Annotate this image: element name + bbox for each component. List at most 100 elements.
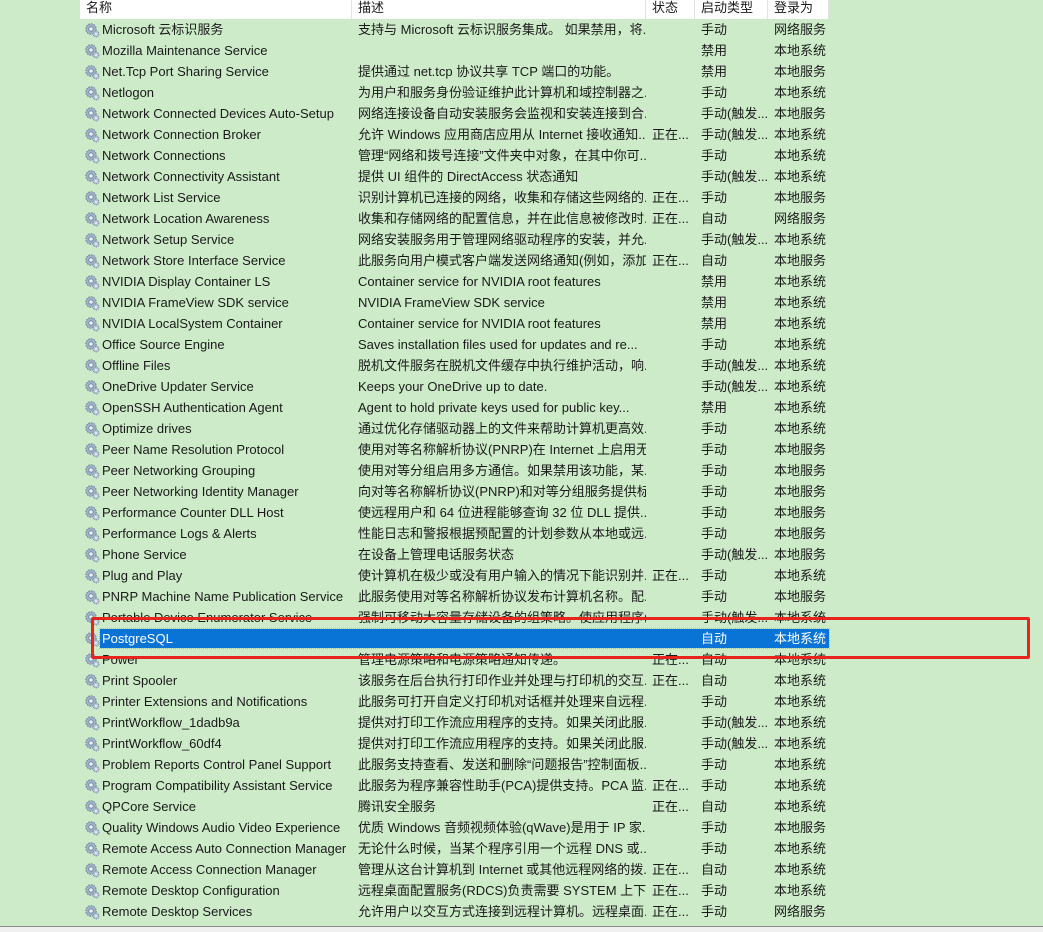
service-description: 网络连接设备自动安装服务会监视和安装连接到合... (358, 106, 646, 121)
service-row[interactable]: Network Connectivity Assistant 提供 UI 组件的… (80, 166, 829, 187)
service-name-cell: Network Setup Service (80, 229, 352, 250)
service-name: Network List Service (102, 190, 221, 205)
service-startup-type: 手动(触发... (701, 127, 768, 142)
service-row[interactable]: Network Setup Service 网络安装服务用于管理网络驱动程序的安… (80, 229, 829, 250)
service-startup-type: 手动(触发... (701, 379, 768, 394)
service-name: Performance Counter DLL Host (102, 505, 284, 520)
service-row[interactable]: Mozilla Maintenance Service 禁用 本地系统 (80, 40, 829, 61)
service-log-on-as: 本地系统 (774, 43, 827, 58)
horizontal-scrollbar-edge[interactable] (0, 926, 1043, 932)
column-header-status[interactable]: 状态 (646, 0, 695, 19)
service-row[interactable]: Network Location Awareness 收集和存储网络的配置信息，… (80, 208, 829, 229)
service-row[interactable]: NVIDIA Display Container LS Container se… (80, 271, 829, 292)
service-row[interactable]: Optimize drives 通过优化存储驱动器上的文件来帮助计算机更高效..… (80, 418, 829, 439)
service-name-cell: OpenSSH Authentication Agent (80, 397, 352, 418)
service-row[interactable]: Plug and Play 使计算机在极少或没有用户输入的情况下能识别并... … (80, 565, 829, 586)
service-row[interactable]: Network Connection Broker 允许 Windows 应用商… (80, 124, 829, 145)
service-row[interactable]: Netlogon 为用户和服务身份验证维护此计算机和域控制器之... 手动 本地… (80, 82, 829, 103)
service-name: Remote Access Connection Manager (102, 862, 317, 877)
service-gear-icon (85, 295, 100, 310)
service-log-on-as: 本地服务 (774, 820, 827, 835)
service-description: 此服务支持查看、发送和删除“问题报告”控制面板... (358, 757, 646, 772)
service-name-cell: Optimize drives (80, 418, 352, 439)
service-name: Network Connection Broker (102, 127, 261, 142)
service-description: 允许用户以交互方式连接到远程计算机。远程桌面... (358, 904, 646, 919)
service-row[interactable]: Print Spooler 该服务在后台执行打印作业并处理与打印机的交互... … (80, 670, 829, 691)
service-name-cell: Printer Extensions and Notifications (80, 691, 352, 712)
service-row[interactable]: Remote Access Auto Connection Manager 无论… (80, 838, 829, 859)
service-gear-icon (85, 547, 100, 562)
service-row[interactable]: Microsoft 云标识服务 支持与 Microsoft 云标识服务集成。 如… (80, 19, 829, 40)
service-name-cell: Network List Service (80, 187, 352, 208)
service-row[interactable]: Network List Service 识别计算机已连接的网络，收集和存储这些… (80, 187, 829, 208)
service-row[interactable]: Offline Files 脱机文件服务在脱机文件缓存中执行维护活动，响... … (80, 355, 829, 376)
service-row[interactable]: Problem Reports Control Panel Support 此服… (80, 754, 829, 775)
service-row[interactable]: Office Source Engine Saves installation … (80, 334, 829, 355)
service-name-cell: NVIDIA FrameView SDK service (80, 292, 352, 313)
service-row[interactable]: Network Connections 管理“网络和拨号连接”文件夹中对象，在其… (80, 145, 829, 166)
column-header-startup-type[interactable]: 启动类型 (695, 0, 768, 19)
service-row[interactable]: Performance Logs & Alerts 性能日志和警报根据预配置的计… (80, 523, 829, 544)
service-status (646, 460, 695, 481)
service-name: NVIDIA LocalSystem Container (102, 316, 283, 331)
service-description (352, 628, 646, 649)
service-row[interactable]: Quality Windows Audio Video Experience 优… (80, 817, 829, 838)
service-name: Power (102, 652, 139, 667)
service-row[interactable]: PrintWorkflow_60df4 提供对打印工作流应用程序的支持。如果关闭… (80, 733, 829, 754)
service-description: 管理电源策略和电源策略通知传递。 (358, 652, 567, 667)
service-row[interactable]: Remote Desktop Services 允许用户以交互方式连接到远程计算… (80, 901, 829, 922)
service-row[interactable]: Peer Networking Identity Manager 向对等名称解析… (80, 481, 829, 502)
service-row[interactable]: NVIDIA LocalSystem Container Container s… (80, 313, 829, 334)
service-name-cell: Remote Desktop Services (80, 901, 352, 922)
service-row[interactable]: Remote Desktop Configuration 远程桌面配置服务(RD… (80, 880, 829, 901)
service-gear-icon (85, 652, 100, 667)
service-name: PNRP Machine Name Publication Service (102, 589, 344, 604)
service-row[interactable]: Net.Tcp Port Sharing Service 提供通过 net.tc… (80, 61, 829, 82)
service-gear-icon (85, 526, 100, 541)
service-name-cell: PNRP Machine Name Publication Service (80, 586, 352, 607)
service-status (646, 103, 695, 124)
service-name: Netlogon (102, 85, 155, 100)
service-row[interactable]: Portable Device Enumerator Service 强制可移动… (80, 607, 829, 628)
service-row[interactable]: Program Compatibility Assistant Service … (80, 775, 829, 796)
service-row[interactable]: OpenSSH Authentication Agent Agent to ho… (80, 397, 829, 418)
service-log-on-as: 本地系统 (774, 778, 827, 793)
service-description: 腾讯安全服务 (358, 799, 437, 814)
service-name-cell: Offline Files (80, 355, 352, 376)
service-description: 此服务可打开自定义打印机对话框并处理来自远程... (358, 694, 646, 709)
service-name: Mozilla Maintenance Service (102, 43, 268, 58)
service-row[interactable]: Power 管理电源策略和电源策略通知传递。 正在... 自动 本地系统 (80, 649, 829, 670)
service-gear-icon (85, 862, 100, 877)
service-log-on-as: 本地系统 (774, 883, 827, 898)
service-row[interactable]: PrintWorkflow_1dadb9a 提供对打印工作流应用程序的支持。如果… (80, 712, 829, 733)
service-log-on-as: 本地系统 (774, 568, 827, 583)
service-status (646, 40, 695, 61)
service-gear-icon (85, 337, 100, 352)
service-row[interactable]: NVIDIA FrameView SDK service NVIDIA Fram… (80, 292, 829, 313)
service-status (646, 334, 695, 355)
service-row[interactable]: OneDrive Updater Service Keeps your OneD… (80, 376, 829, 397)
service-log-on-as: 本地服务 (774, 463, 827, 478)
column-header-description[interactable]: 描述 (352, 0, 646, 19)
column-header-log-on-as[interactable]: 登录为 (768, 0, 829, 19)
service-row[interactable]: Phone Service 在设备上管理电话服务状态 手动(触发... 本地服务 (80, 544, 829, 565)
service-row[interactable]: Performance Counter DLL Host 使远程用户和 64 位… (80, 502, 829, 523)
service-name: Portable Device Enumerator Service (102, 610, 313, 625)
service-name: OpenSSH Authentication Agent (102, 400, 283, 415)
service-row[interactable]: Network Connected Devices Auto-Setup 网络连… (80, 103, 829, 124)
service-startup-type: 手动 (701, 463, 728, 478)
service-row[interactable]: Peer Networking Grouping 使用对等分组启用多方通信。如果… (80, 460, 829, 481)
service-row[interactable]: Peer Name Resolution Protocol 使用对等名称解析协议… (80, 439, 829, 460)
column-header-name[interactable]: 名称 (80, 0, 352, 19)
service-status (646, 376, 695, 397)
service-row-selected[interactable]: PostgreSQL 自动 本地系统 (80, 628, 830, 649)
service-status (646, 271, 695, 292)
service-row[interactable]: Remote Access Connection Manager 管理从这台计算… (80, 859, 829, 880)
service-row[interactable]: Network Store Interface Service 此服务向用户模式… (80, 250, 829, 271)
service-description: 使用对等名称解析协议(PNRP)在 Internet 上启用无... (358, 442, 646, 457)
service-row[interactable]: PNRP Machine Name Publication Service 此服… (80, 586, 829, 607)
service-log-on-as: 网络服务 (774, 211, 827, 226)
service-startup-type: 手动 (701, 505, 728, 520)
service-row[interactable]: Printer Extensions and Notifications 此服务… (80, 691, 829, 712)
service-row[interactable]: QPCore Service 腾讯安全服务 正在... 自动 本地系统 (80, 796, 829, 817)
